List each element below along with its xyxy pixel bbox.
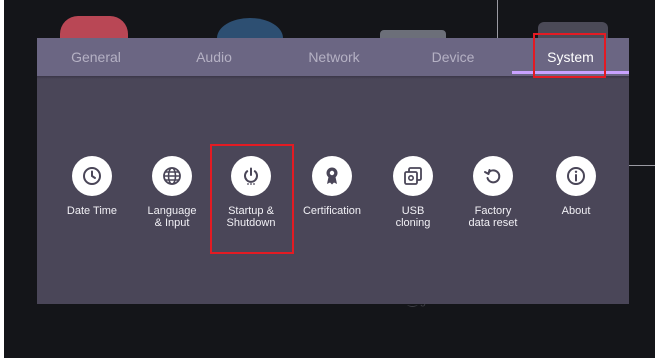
settings-item-language-input[interactable]: Language & Input (130, 156, 214, 229)
date-time-label: Date Time (66, 205, 118, 217)
info-icon (567, 167, 585, 185)
settings-item-startup-shutdown[interactable]: Startup & Shutdown (209, 156, 293, 229)
settings-item-date-time[interactable]: Date Time (50, 156, 134, 217)
startup-shutdown-icon-button (231, 156, 271, 196)
tab-device[interactable]: Device (394, 38, 512, 76)
settings-tab-bar: General Audio Network Device System (37, 38, 629, 76)
usb-cloning-label: USB cloning (395, 205, 431, 229)
tab-audio[interactable]: Audio (155, 38, 273, 76)
clock-icon (83, 167, 101, 185)
language-input-label: Language & Input (147, 205, 197, 229)
tab-network[interactable]: Network (275, 38, 393, 76)
screen-background: ‿ g General Audio Network Device System … (4, 0, 655, 358)
startup-shutdown-label: Startup & Shutdown (226, 205, 276, 229)
usb-cloning-icon-button (393, 156, 433, 196)
tab-general[interactable]: General (37, 38, 155, 76)
settings-item-factory-reset[interactable]: Factory data reset (451, 156, 535, 229)
globe-icon (163, 167, 181, 185)
factory-reset-icon-button (473, 156, 513, 196)
about-icon-button (556, 156, 596, 196)
active-tab-indicator (512, 71, 629, 74)
settings-item-about[interactable]: About (534, 156, 618, 217)
stacked-copy-icon (404, 167, 422, 185)
certification-icon-button (312, 156, 352, 196)
tab-bar-shadow (37, 76, 629, 79)
certification-label: Certification (302, 205, 362, 217)
reset-arrow-icon (484, 169, 501, 184)
settings-item-certification[interactable]: Certification (290, 156, 374, 217)
award-ribbon-icon (326, 167, 338, 185)
date-time-icon-button (72, 156, 112, 196)
settings-item-usb-cloning[interactable]: USB cloning (371, 156, 455, 229)
factory-reset-label: Factory data reset (468, 205, 518, 229)
settings-dialog: General Audio Network Device System Date… (37, 38, 629, 304)
power-icon (244, 167, 258, 185)
about-label: About (561, 205, 591, 217)
language-input-icon-button (152, 156, 192, 196)
